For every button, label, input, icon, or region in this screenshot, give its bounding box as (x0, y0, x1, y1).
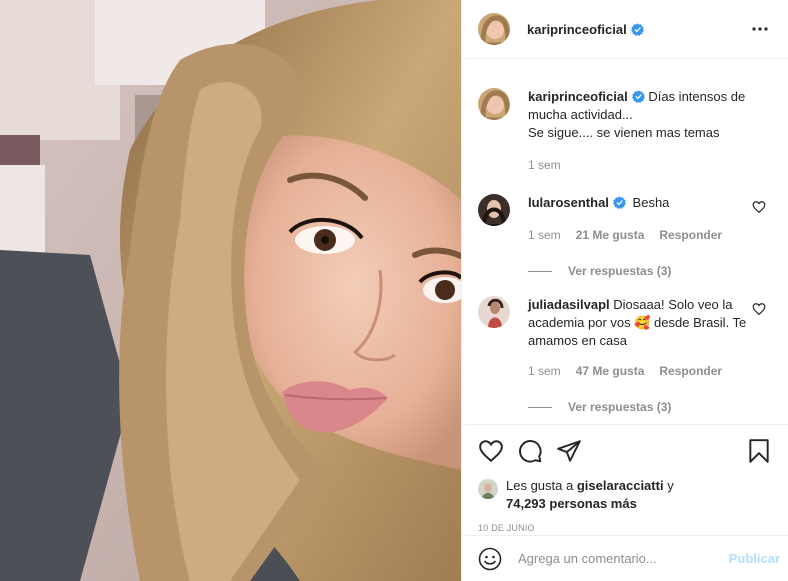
like-heart-icon[interactable] (478, 438, 504, 464)
likes-conjunction: y (667, 478, 674, 493)
comment-item: juliadasilvapl Diosaaa! Solo veo la acad… (478, 296, 772, 378)
comment-bubble-icon[interactable] (517, 438, 543, 464)
likes-text: Les gusta a giselaracciatti y 74,293 per… (506, 477, 674, 513)
verified-badge-icon (612, 196, 626, 209)
caption-time[interactable]: 1 sem (528, 158, 561, 172)
comment-meta: 1 sem 47 Me gusta Responder (528, 364, 760, 378)
replies-divider (528, 406, 552, 408)
post-date[interactable]: 10 DE JUNIO (478, 523, 772, 533)
view-replies-label[interactable]: Ver respuestas (3) (568, 264, 671, 278)
like-comment-heart-icon[interactable] (752, 302, 766, 316)
likes-count[interactable]: 74,293 personas más (506, 496, 637, 511)
view-replies-button[interactable]: Ver respuestas (3) (528, 264, 772, 278)
caption: kariprinceoficial Días intensos de mucha… (478, 88, 772, 172)
comment-text: lularosenthal Besha (528, 194, 760, 212)
caption-avatar[interactable] (478, 88, 510, 120)
header-username[interactable]: kariprinceoficial (527, 22, 644, 37)
save-bookmark-icon[interactable] (746, 438, 772, 464)
comment-body: Besha (632, 195, 670, 210)
share-paper-plane-icon[interactable] (556, 438, 582, 464)
comment-username[interactable]: juliadasilvapl (528, 297, 610, 312)
reply-button[interactable]: Responder (659, 228, 722, 242)
commenter-avatar[interactable] (478, 194, 510, 226)
liker-avatar[interactable] (478, 479, 498, 499)
comment-composer: Publicar (462, 535, 788, 581)
comment-input[interactable] (518, 551, 729, 566)
verified-badge-icon (630, 22, 644, 36)
caption-text: kariprinceoficial Días intensos de mucha… (528, 88, 760, 142)
comment-meta: 1 sem 21 Me gusta Responder (528, 228, 760, 242)
comment-username[interactable]: lularosenthal (528, 195, 609, 210)
more-options-button[interactable] (748, 17, 772, 41)
caption-username[interactable]: kariprinceoficial (528, 89, 628, 104)
comment-likes[interactable]: 47 Me gusta (576, 364, 645, 378)
post-side-panel: kariprinceoficial kariprinceoficial Días… (461, 0, 788, 581)
replies-divider (528, 270, 552, 272)
more-horizontal-icon (752, 27, 768, 31)
author-avatar[interactable] (478, 13, 510, 45)
publish-button[interactable]: Publicar (729, 551, 780, 566)
liker-username[interactable]: giselaracciatti (577, 478, 664, 493)
post-actions: Les gusta a giselaracciatti y 74,293 per… (462, 424, 788, 535)
verified-badge-icon (631, 90, 645, 103)
emoji-smiley-icon[interactable] (478, 547, 502, 571)
view-replies-button[interactable]: Ver respuestas (3) (528, 400, 772, 414)
likes-prefix: Les gusta a (506, 478, 574, 493)
caption-body-line2: Se sigue.... se vienen mas temas (528, 125, 720, 140)
post-photo[interactable] (0, 0, 461, 581)
like-comment-heart-icon[interactable] (752, 200, 766, 214)
action-icons-row (478, 425, 772, 477)
likes-summary: Les gusta a giselaracciatti y 74,293 per… (478, 477, 772, 513)
portrait-image (0, 0, 461, 581)
caption-meta: 1 sem (528, 158, 760, 172)
commenter-avatar[interactable] (478, 296, 510, 328)
view-replies-label[interactable]: Ver respuestas (3) (568, 400, 671, 414)
header-username-text[interactable]: kariprinceoficial (527, 22, 627, 37)
comment-text: juliadasilvapl Diosaaa! Solo veo la acad… (528, 296, 760, 350)
smiling-face-hearts-emoji: 🥰 (634, 315, 651, 330)
reply-button[interactable]: Responder (659, 364, 722, 378)
comment-item: lularosenthal Besha 1 sem 21 Me gusta Re… (478, 194, 772, 242)
comment-likes[interactable]: 21 Me gusta (576, 228, 645, 242)
post-header: kariprinceoficial (462, 0, 788, 59)
comments-section: kariprinceoficial Días intensos de mucha… (462, 60, 788, 424)
comment-time[interactable]: 1 sem (528, 228, 561, 242)
comment-time[interactable]: 1 sem (528, 364, 561, 378)
